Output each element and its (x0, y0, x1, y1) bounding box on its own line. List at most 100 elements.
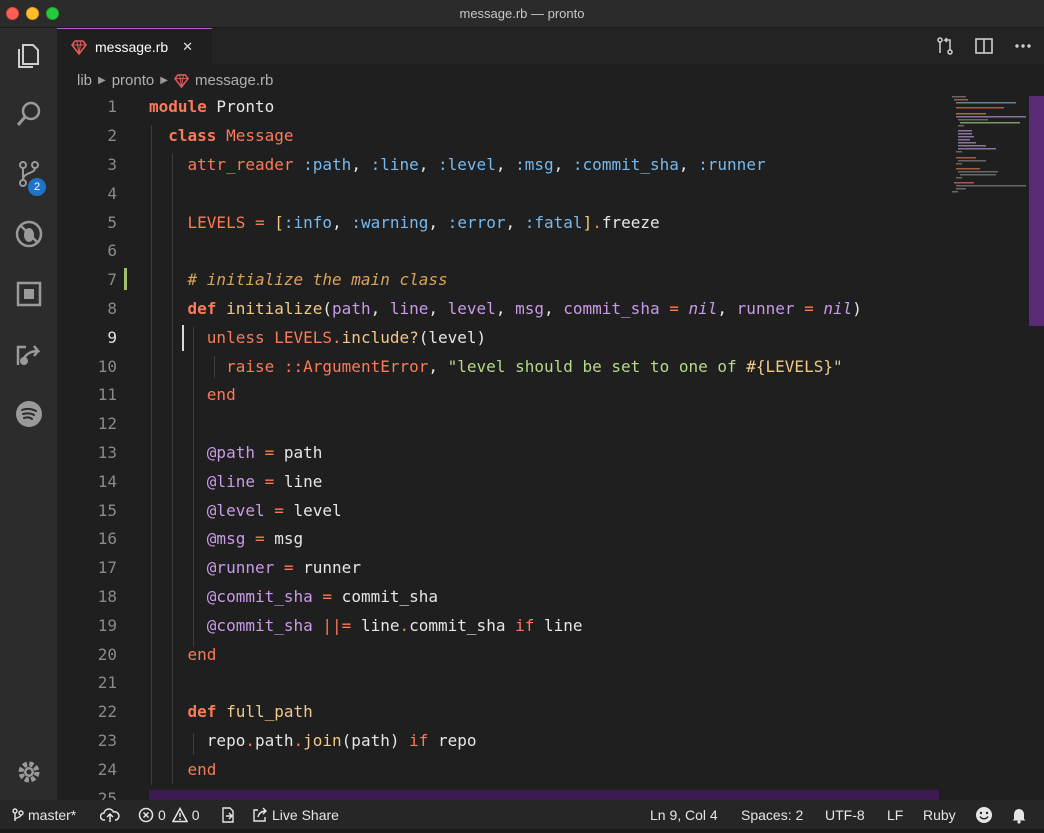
files-icon (17, 44, 39, 68)
minimap[interactable] (950, 96, 1030, 800)
code-line: def full_path (187, 702, 313, 721)
window-edge (0, 829, 1044, 833)
notifications-button[interactable] (1010, 800, 1032, 829)
warning-count: 0 (191, 806, 200, 823)
more-actions-button[interactable] (1011, 34, 1035, 58)
breadcrumb-message-rb[interactable]: message.rb (195, 72, 273, 89)
code-line: @level = level (206, 501, 342, 520)
code-line: @runner = runner (206, 558, 361, 577)
modified-line-marker (124, 268, 127, 290)
code-line: raise ::ArgumentError, "level should be … (226, 357, 843, 376)
window-title: message.rb — pronto (459, 6, 585, 21)
language-mode[interactable]: Ruby (923, 800, 956, 829)
code-line: @line = line (206, 472, 323, 491)
live-share-label: Live Share (272, 806, 339, 823)
activity-search[interactable] (0, 86, 57, 142)
remote-icon (16, 345, 41, 365)
line-number: 10 (97, 357, 117, 376)
warning-icon (171, 806, 188, 822)
chevron-right-icon: ▶ (98, 74, 106, 86)
code-editor[interactable]: 1 2 3 4 5 6 7 8 9 10 11 12 13 14 15 16 1… (57, 96, 1044, 800)
source-control-badge: 2 (28, 178, 46, 196)
activity-extensions[interactable] (0, 266, 57, 322)
git-branch-icon (12, 807, 24, 821)
line-number: 1 (107, 97, 117, 116)
extensions-icon (16, 281, 41, 307)
line-number: 2 (107, 126, 117, 145)
line-number: 7 (107, 270, 117, 289)
line-number-gutter: 1 2 3 4 5 6 7 8 9 10 11 12 13 14 15 16 1… (57, 96, 145, 800)
code-line: @msg = msg (206, 529, 304, 548)
line-number: 11 (97, 385, 117, 404)
indentation-setting[interactable]: Spaces: 2 (741, 800, 803, 829)
notebook-button[interactable] (220, 800, 240, 829)
ellipsis-icon (1015, 44, 1031, 48)
activity-settings[interactable] (0, 744, 57, 800)
bug-icon (15, 220, 42, 248)
code-line: attr_reader :path, :line, :level, :msg, … (187, 155, 766, 174)
open-changes-button[interactable] (933, 34, 957, 58)
line-number: 17 (97, 558, 117, 577)
error-count: 0 (158, 806, 166, 823)
line-number: 23 (97, 731, 117, 750)
line-number: 8 (107, 299, 117, 318)
breadcrumb-lib[interactable]: lib (77, 72, 92, 89)
live-share-icon (253, 807, 267, 822)
cloud-upload-icon (100, 807, 120, 822)
chevron-right-icon: ▶ (160, 74, 168, 86)
activity-bar: 2 (0, 28, 57, 800)
vertical-scrollbar-thumb[interactable] (1029, 96, 1044, 326)
cursor-position[interactable]: Ln 9, Col 4 (650, 800, 718, 829)
breadcrumb: lib ▶ pronto ▶ message.rb (57, 64, 1044, 96)
code-line: end (206, 385, 236, 404)
text-cursor (182, 325, 184, 351)
line-number: 20 (97, 645, 117, 664)
problems-indicator[interactable]: 0 0 (138, 800, 200, 829)
live-share-button[interactable]: Live Share (252, 800, 339, 829)
activity-debug[interactable] (0, 206, 57, 262)
title-bar: message.rb — pronto (0, 0, 1044, 28)
code-line: LEVELS = [:info, :warning, :error, :fata… (187, 213, 660, 232)
gear-icon (18, 761, 39, 783)
line-number: 13 (97, 443, 117, 462)
line-number: 12 (97, 414, 117, 433)
line-number: 25 (97, 789, 117, 800)
code-line: end (187, 760, 217, 779)
line-number: 4 (107, 184, 117, 203)
bell-icon (1012, 808, 1026, 824)
file-arrow-icon (222, 806, 234, 823)
code-content[interactable]: module Pronto class Message attr_reader … (149, 96, 949, 800)
eol-setting[interactable]: LF (887, 800, 903, 829)
tab-close-icon[interactable]: ✕ (182, 39, 193, 55)
feedback-button[interactable] (975, 800, 997, 829)
line-number: 6 (107, 241, 117, 260)
line-number-active: 9 (107, 328, 117, 347)
code-line: @commit_sha = commit_sha (206, 587, 439, 606)
activity-spotify[interactable] (0, 386, 57, 442)
line-number: 16 (97, 529, 117, 548)
code-line: @commit_sha ||= line.commit_sha if line (206, 616, 583, 635)
code-line: end (187, 645, 217, 664)
code-line: @path = path (206, 443, 323, 462)
line-number: 19 (97, 616, 117, 635)
spotify-icon (15, 401, 42, 427)
code-line: class Message (168, 126, 294, 145)
horizontal-scrollbar[interactable] (149, 790, 939, 800)
activity-remote[interactable] (0, 326, 57, 382)
breadcrumb-pronto[interactable]: pronto (112, 72, 155, 89)
split-editor-button[interactable] (972, 34, 996, 58)
encoding-setting[interactable]: UTF-8 (825, 800, 865, 829)
code-line-active: unless LEVELS.include?(level) (206, 328, 487, 347)
branch-name: master* (28, 806, 77, 823)
branch-indicator[interactable]: master* (12, 800, 76, 829)
sync-button[interactable] (100, 800, 124, 829)
line-number: 24 (97, 760, 117, 779)
line-number: 3 (107, 155, 117, 174)
activity-source-control[interactable]: 2 (0, 146, 57, 202)
tab-message-rb[interactable]: message.rb ✕ (57, 28, 212, 64)
code-line: repo.path.join(path) if repo (149, 731, 477, 750)
search-icon (16, 101, 40, 126)
activity-explorer[interactable] (0, 28, 57, 84)
code-line: module Pronto (149, 97, 275, 116)
line-number: 22 (97, 702, 117, 721)
